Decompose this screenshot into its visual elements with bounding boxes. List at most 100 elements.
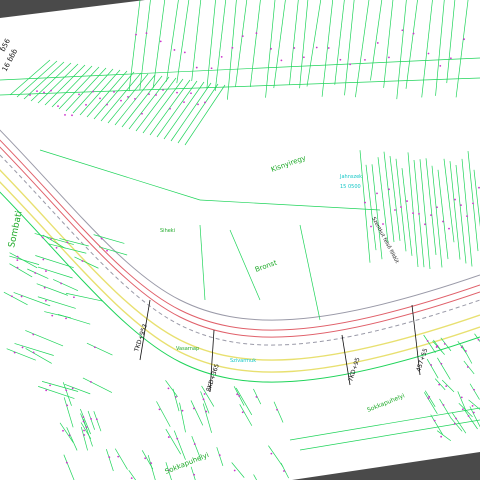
survey-point	[62, 429, 64, 432]
survey-point	[158, 408, 161, 411]
survey-point	[120, 99, 122, 102]
survey-point	[193, 407, 195, 410]
survey-point	[453, 422, 456, 425]
survey-point	[388, 56, 390, 59]
survey-point	[460, 204, 462, 207]
cadastral-map: Sombati Kisnyiregy Siheki Bronst Vasarna…	[0, 0, 480, 480]
survey-point	[148, 93, 150, 95]
survey-point	[45, 270, 47, 272]
survey-point	[231, 46, 234, 49]
survey-point	[426, 340, 429, 342]
survey-point	[455, 417, 457, 420]
label-siheki: Siheki	[160, 228, 175, 234]
survey-point	[135, 33, 137, 36]
survey-point	[406, 200, 408, 202]
survey-point	[220, 55, 223, 58]
survey-point	[382, 223, 384, 225]
survey-point	[370, 225, 372, 228]
survey-point	[448, 227, 450, 230]
survey-point	[60, 282, 63, 285]
survey-point	[82, 416, 85, 418]
survey-point	[94, 346, 96, 349]
survey-point	[339, 58, 342, 61]
survey-point	[83, 429, 85, 432]
survey-point	[449, 57, 452, 60]
survey-point	[477, 338, 480, 341]
survey-point	[427, 52, 430, 55]
survey-point	[440, 362, 443, 365]
survey-point	[176, 437, 179, 440]
survey-point	[108, 456, 111, 459]
survey-point	[210, 67, 213, 70]
survey-point	[78, 93, 80, 96]
survey-point	[190, 92, 192, 95]
survey-point	[169, 107, 171, 110]
survey-point	[364, 58, 366, 61]
survey-point	[81, 260, 84, 262]
survey-point	[50, 89, 52, 92]
survey-point	[443, 342, 446, 345]
survey-point	[21, 346, 24, 349]
survey-point	[327, 47, 330, 49]
survey-point	[412, 32, 415, 35]
survey-point	[388, 188, 390, 191]
survey-point	[181, 409, 184, 412]
survey-point	[176, 91, 178, 94]
survey-point	[113, 91, 115, 93]
survey-point	[85, 426, 88, 429]
survey-point	[167, 387, 170, 390]
survey-point	[430, 364, 433, 366]
survey-point	[460, 346, 463, 349]
survey-point	[438, 383, 441, 386]
survey-point	[29, 94, 31, 96]
survey-point	[427, 397, 430, 400]
survey-point	[49, 384, 51, 387]
survey-point	[442, 220, 444, 223]
survey-point	[464, 350, 467, 352]
survey-point	[270, 47, 272, 50]
survey-point	[283, 470, 285, 472]
survey-point	[445, 385, 448, 388]
survey-point	[401, 29, 404, 32]
survey-point	[412, 212, 414, 215]
survey-point	[471, 404, 474, 407]
survey-point	[424, 223, 426, 226]
survey-point	[466, 366, 469, 368]
survey-point	[141, 112, 143, 115]
survey-point	[34, 272, 37, 274]
survey-point	[167, 436, 170, 438]
survey-point	[90, 418, 92, 420]
survey-point	[66, 241, 69, 244]
survey-point	[276, 408, 278, 411]
survey-point	[134, 97, 136, 100]
survey-point	[193, 443, 196, 445]
survey-point	[241, 35, 244, 38]
survey-point	[428, 395, 431, 398]
survey-point	[376, 192, 378, 195]
survey-point	[202, 398, 205, 401]
survey-point	[83, 434, 86, 436]
survey-point	[106, 103, 108, 106]
survey-point	[130, 477, 133, 480]
map-viewport[interactable]: Sombati Kisnyiregy Siheki Bronst Vasarna…	[0, 0, 480, 480]
survey-point	[43, 286, 46, 289]
survey-point	[197, 103, 199, 106]
survey-point	[315, 46, 318, 49]
survey-point	[173, 49, 176, 51]
survey-point	[400, 206, 402, 208]
survey-point	[64, 114, 66, 116]
survey-point	[145, 32, 148, 35]
survey-point	[127, 96, 129, 98]
survey-point	[218, 454, 221, 457]
survey-point	[302, 56, 305, 59]
survey-point	[44, 299, 47, 302]
survey-point	[144, 457, 147, 460]
survey-point	[195, 66, 198, 69]
survey-point	[16, 259, 19, 262]
survey-point	[460, 396, 463, 399]
survey-point	[430, 214, 432, 217]
survey-point	[205, 410, 208, 413]
survey-point	[71, 387, 74, 390]
survey-point	[95, 418, 98, 421]
survey-point	[203, 393, 206, 395]
